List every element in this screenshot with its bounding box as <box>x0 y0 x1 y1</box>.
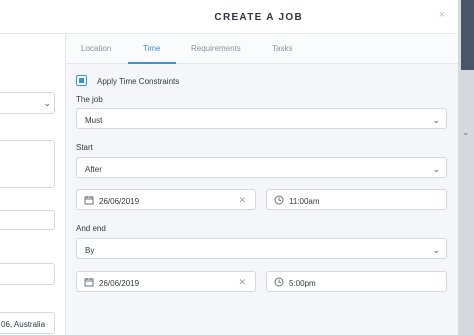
tab-location[interactable]: Location <box>81 44 111 53</box>
left-select[interactable]: ⌄ <box>0 92 55 114</box>
calendar-icon <box>84 196 94 205</box>
end-time-value: 5:00pm <box>289 279 316 288</box>
start-time-value: 11:00am <box>289 197 320 206</box>
tab-bar: Location Time Requirements Tasks <box>66 34 458 64</box>
clear-icon[interactable]: ✕ <box>238 277 246 288</box>
chevron-down-icon: ⌄ <box>43 98 51 108</box>
address-input[interactable]: 06, Australia <box>0 312 55 334</box>
chevron-down-icon: ⌄ <box>432 245 440 255</box>
end-date-input[interactable]: 26/06/2019 ✕ <box>76 271 256 292</box>
address-text: 06, Australia <box>1 320 46 329</box>
chevron-down-icon: ⌄ <box>462 127 470 137</box>
start-label: Start <box>76 143 93 152</box>
start-value: After <box>85 165 102 174</box>
start-date-value: 26/06/2019 <box>99 197 140 206</box>
modal-title: CREATE A JOB <box>214 12 303 23</box>
the-job-select[interactable]: Must ⌄ <box>76 108 447 129</box>
end-date-value: 26/06/2019 <box>99 279 140 288</box>
background-page: ⌄ <box>458 0 474 335</box>
tab-requirements[interactable]: Requirements <box>191 44 241 53</box>
clear-icon[interactable]: ✕ <box>238 195 246 206</box>
tab-tasks[interactable]: Tasks <box>272 44 292 53</box>
end-time-input[interactable]: 5:00pm <box>266 271 447 292</box>
apply-time-checkbox[interactable] <box>76 75 87 86</box>
left-input-1[interactable] <box>0 210 55 230</box>
modal-header: CREATE A JOB × <box>0 0 458 34</box>
start-time-input[interactable]: 11:00am <box>266 189 447 210</box>
start-date-input[interactable]: 26/06/2019 ✕ <box>76 189 256 210</box>
chevron-down-icon: ⌄ <box>432 164 440 174</box>
background-header <box>461 0 474 70</box>
the-job-value: Must <box>85 116 103 125</box>
left-input-2[interactable] <box>0 263 55 285</box>
calendar-icon <box>84 278 94 287</box>
the-job-label: The job <box>76 95 103 104</box>
end-select[interactable]: By ⌄ <box>76 238 447 259</box>
checkbox-check-icon <box>79 78 84 83</box>
start-select[interactable]: After ⌄ <box>76 157 447 178</box>
close-icon[interactable]: × <box>436 9 448 21</box>
create-job-modal: CREATE A JOB × ⌄ 06, Australia Location … <box>0 0 458 335</box>
end-value: By <box>85 246 95 255</box>
clock-icon <box>274 195 284 205</box>
left-form-pane: ⌄ 06, Australia <box>0 34 66 335</box>
apply-time-label: Apply Time Constraints <box>97 77 180 86</box>
tab-time[interactable]: Time <box>143 44 160 53</box>
end-label: And end <box>76 224 106 233</box>
chevron-down-icon: ⌄ <box>432 115 440 125</box>
clock-icon <box>274 277 284 287</box>
left-textarea[interactable] <box>0 140 55 188</box>
